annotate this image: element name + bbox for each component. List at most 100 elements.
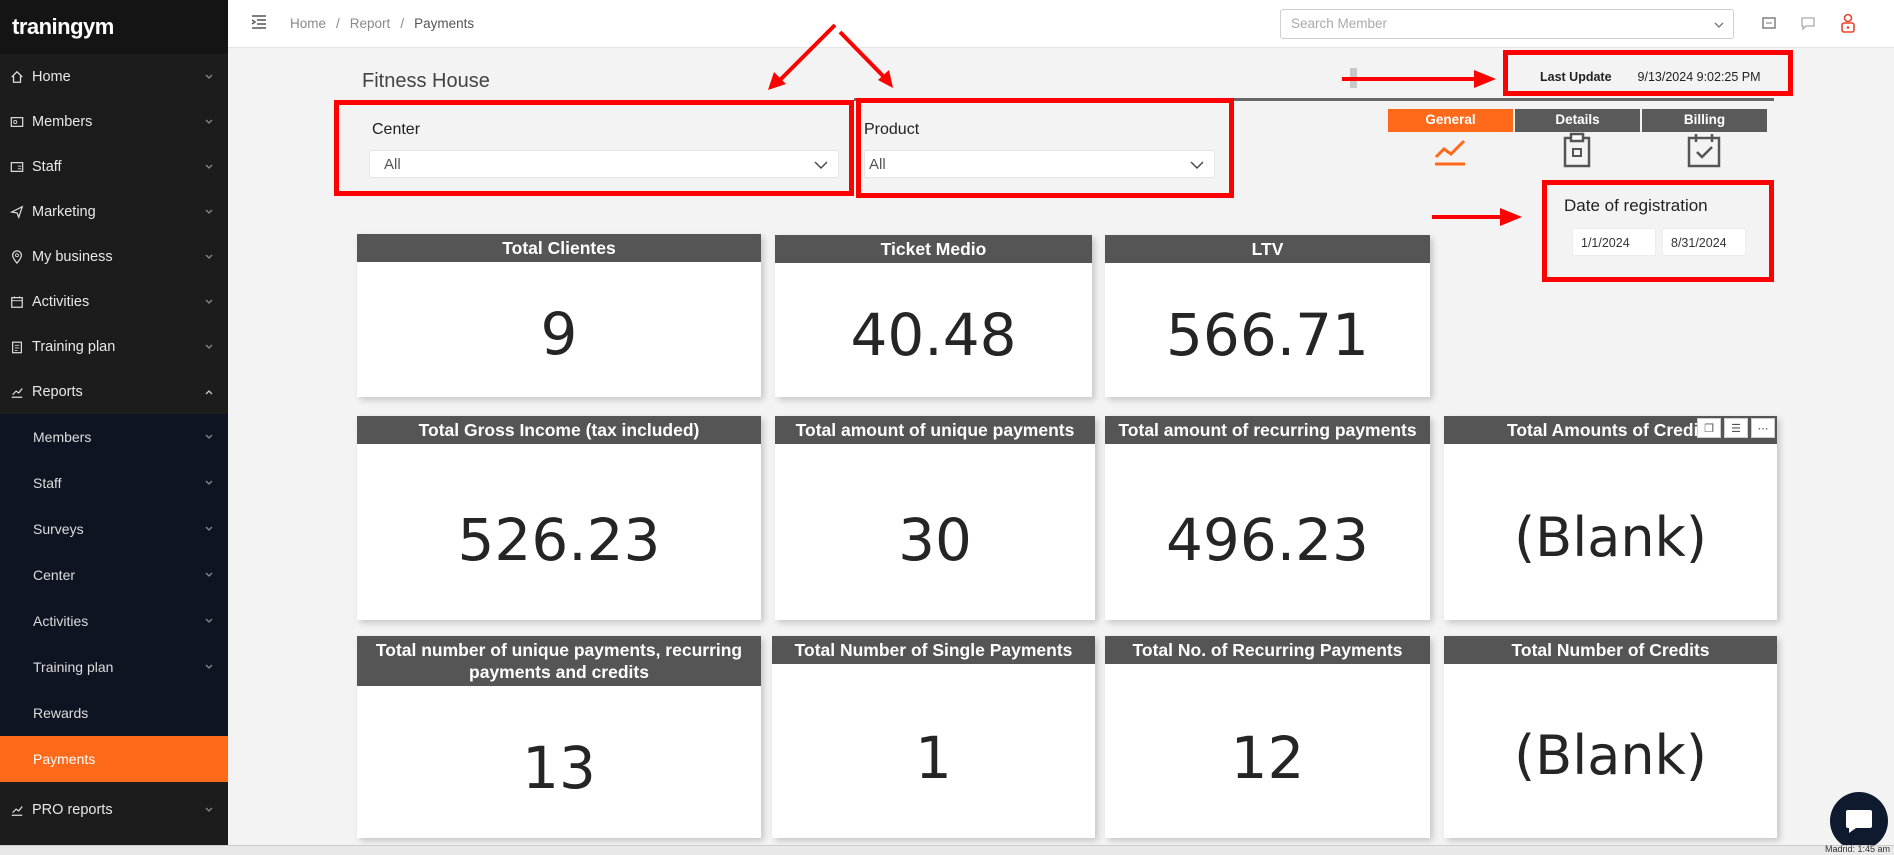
kpi-card-recurring-payments-count[interactable]: Total No. of Recurring Payments 12 [1105, 636, 1430, 838]
topbar: Home / Report / Payments Search Member [228, 0, 1894, 48]
chevron-down-icon[interactable] [1713, 19, 1725, 31]
subnav-item-label: Members [33, 429, 92, 445]
more-options-icon[interactable]: ⋯ [1751, 418, 1775, 438]
visual-toolbar: ❐ ☰ ⋯ [1697, 418, 1775, 438]
search-member-input[interactable]: Search Member [1280, 9, 1734, 39]
product-dropdown[interactable]: All [864, 150, 1215, 178]
kpi-card-value: (Blank) [1514, 724, 1707, 787]
chevron-down-icon [205, 480, 213, 485]
chevron-down-icon [205, 572, 213, 577]
chat-icon [1846, 810, 1872, 833]
menu-toggle-icon[interactable] [250, 13, 268, 31]
filter-icon[interactable]: ☰ [1724, 418, 1748, 438]
kpi-card-title: Total Clientes [357, 234, 761, 262]
brand-logo[interactable]: traningym [0, 0, 228, 54]
kpi-card-ticket-medio[interactable]: Ticket Medio 40.48 [775, 235, 1092, 397]
sidebar-item-my-business[interactable]: My business [0, 234, 228, 279]
sidebar-item-label: Marketing [32, 203, 96, 220]
sidebar-item-label: My business [32, 248, 113, 265]
chevron-down-icon [205, 618, 213, 623]
chevron-down-icon [205, 74, 213, 79]
breadcrumb-report[interactable]: Report [350, 16, 391, 31]
sidebar-item-pro-reports[interactable]: PRO reports [0, 788, 228, 832]
chevron-down-icon [205, 807, 213, 812]
kpi-card-title: Total Gross Income (tax included) [357, 416, 761, 444]
chevron-down-icon [205, 344, 213, 349]
kpi-card-value: 40.48 [850, 301, 1017, 369]
kpi-card-title: Total number of unique payments, recurri… [357, 636, 761, 686]
kpi-card-value: 496.23 [1166, 506, 1369, 574]
sidebar-item-label: Activities [32, 293, 90, 310]
sidebar-item-label: Staff [32, 158, 62, 175]
sidebar-item-marketing[interactable]: Marketing [0, 189, 228, 234]
chart-line-icon[interactable] [1431, 132, 1469, 168]
kpi-card-ltv[interactable]: LTV 566.71 [1105, 235, 1430, 397]
chevron-down-icon [205, 526, 213, 531]
product-selected-value: All [869, 156, 886, 173]
subnav-item-members[interactable]: Members [0, 414, 228, 460]
center-selected-value: All [384, 156, 401, 173]
calendar-icon[interactable] [1761, 15, 1777, 31]
id-badge-icon [10, 160, 24, 174]
home-icon [10, 70, 24, 84]
subnav-item-label: Training plan [33, 659, 114, 675]
chat-button[interactable] [1830, 792, 1888, 850]
sidebar-item-training-plan[interactable]: Training plan [0, 324, 228, 369]
tab-general[interactable]: General [1388, 109, 1513, 132]
kpi-card-credits-count[interactable]: Total Number of Credits (Blank) [1444, 636, 1777, 838]
kpi-card-credits-amount[interactable]: Total Amounts of Credits ❐ ☰ ⋯ (Blank) [1444, 416, 1777, 620]
subnav-item-rewards[interactable]: Rewards [0, 690, 228, 736]
chevron-down-icon [205, 119, 213, 124]
tab-details[interactable]: Details [1515, 109, 1640, 132]
sidebar-item-activities[interactable]: Activities [0, 279, 228, 324]
message-icon[interactable] [1800, 15, 1816, 31]
kpi-card-total-payments-count[interactable]: Total number of unique payments, recurri… [357, 636, 761, 838]
subnav-item-surveys[interactable]: Surveys [0, 506, 228, 552]
kpi-card-single-payments-count[interactable]: Total Number of Single Payments 1 [772, 636, 1095, 838]
date-from-input[interactable]: 1/1/2024 [1572, 228, 1656, 256]
sidebar-item-label: Home [32, 68, 71, 85]
center-dropdown[interactable]: All [369, 150, 839, 178]
chevron-down-icon [205, 164, 213, 169]
breadcrumb-home[interactable]: Home [290, 16, 326, 31]
kpi-card-title: Total Number of Single Payments [772, 636, 1095, 664]
kpi-card-title: LTV [1105, 235, 1430, 263]
subnav-item-staff[interactable]: Staff [0, 460, 228, 506]
subnav-item-label: Payments [33, 751, 96, 767]
annotation-box-product [856, 98, 1234, 198]
sidebar-nav: Home Members Staff Marketing My business… [0, 54, 228, 414]
copy-icon[interactable]: ❐ [1697, 418, 1721, 438]
kpi-card-total-clientes[interactable]: Total Clientes 9 [357, 234, 761, 397]
kpi-card-value: 12 [1230, 724, 1305, 792]
subnav-item-payments[interactable]: Payments [0, 736, 228, 782]
last-update: Last Update 9/13/2024 9:02:25 PM [1540, 70, 1761, 84]
tab-billing[interactable]: Billing [1642, 109, 1767, 132]
last-update-value: 9/13/2024 9:02:25 PM [1637, 70, 1761, 84]
date-to-input[interactable]: 8/31/2024 [1662, 228, 1746, 256]
kpi-card-value: 30 [898, 506, 972, 574]
breadcrumb-current: Payments [414, 16, 475, 31]
subnav-item-training-plan[interactable]: Training plan [0, 644, 228, 690]
kpi-card-title: Total Number of Credits [1444, 636, 1777, 664]
sidebar-item-staff[interactable]: Staff [0, 144, 228, 189]
clipboard-icon[interactable] [1558, 132, 1596, 168]
kpi-card-recurring-payments-amount[interactable]: Total amount of recurring payments 496.2… [1105, 416, 1430, 620]
annotation-box-center [334, 100, 854, 196]
kpi-card-title: Total amount of recurring payments [1105, 416, 1430, 444]
chart-line-icon [10, 385, 24, 399]
sidebar-item-members[interactable]: Members [0, 99, 228, 144]
sidebar-item-home[interactable]: Home [0, 54, 228, 99]
clipboard-icon [10, 340, 24, 354]
kpi-card-unique-payments-amount[interactable]: Total amount of unique payments 30 [775, 416, 1095, 620]
sidebar-item-reports[interactable]: Reports [0, 369, 228, 414]
user-lock-icon[interactable] [1838, 12, 1858, 34]
subnav-item-activities[interactable]: Activities [0, 598, 228, 644]
subnav-item-center[interactable]: Center [0, 552, 228, 598]
sidebar: traningym Home Members Staff Marketing M… [0, 0, 228, 845]
location-pin-icon [10, 249, 24, 264]
kpi-card-total-gross-income[interactable]: Total Gross Income (tax included) 526.23 [357, 416, 761, 620]
status-clock: Madrid: 1:45 am [1824, 844, 1890, 854]
calendar-check-icon[interactable] [1685, 132, 1723, 168]
kpi-card-value: 566.71 [1166, 301, 1369, 369]
kpi-card-value: 13 [522, 734, 596, 802]
